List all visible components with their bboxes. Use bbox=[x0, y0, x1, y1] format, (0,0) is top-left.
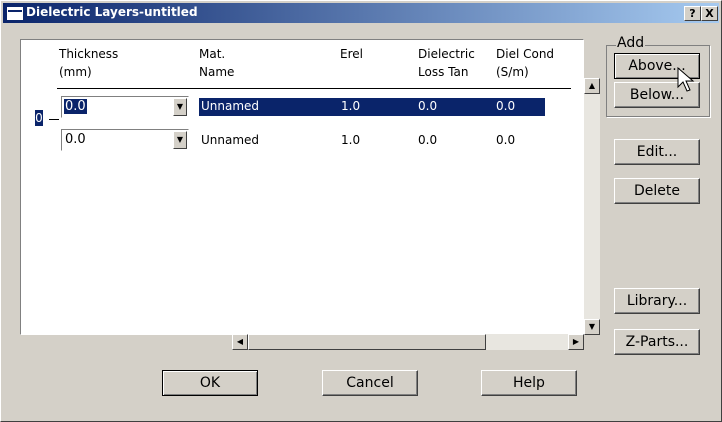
close-button[interactable]: X bbox=[701, 6, 718, 21]
col-header-loss-tan: Dielectric Loss Tan bbox=[418, 47, 475, 79]
col-header-cond: Diel Cond (S/m) bbox=[496, 47, 555, 79]
vertical-scrollbar[interactable]: ▲ ▼ bbox=[584, 78, 600, 335]
thickness-value[interactable]: 0.0 bbox=[64, 99, 87, 114]
thickness-value[interactable]: 0.0 bbox=[64, 132, 87, 147]
layer-index: 0 bbox=[35, 110, 43, 126]
mouse-cursor-icon bbox=[677, 67, 695, 92]
help-button[interactable]: Help bbox=[481, 370, 577, 396]
material-name: Unnamed bbox=[201, 99, 260, 113]
library-button[interactable]: Library... bbox=[614, 288, 700, 314]
header-divider bbox=[57, 88, 571, 89]
cond-value: 0.0 bbox=[496, 133, 516, 147]
help-title-button[interactable]: ? bbox=[684, 6, 701, 21]
zparts-button[interactable]: Z-Parts... bbox=[614, 329, 700, 355]
horizontal-scrollbar[interactable]: ◀ ▶ bbox=[232, 334, 584, 350]
scroll-thumb[interactable] bbox=[248, 334, 486, 350]
dialog-window: Dielectric Layers-untitled ? X Thickness… bbox=[0, 0, 722, 422]
col-header-name: Mat. Name bbox=[199, 47, 235, 79]
thickness-combo[interactable]: 0.0 ▼ bbox=[61, 129, 189, 151]
scroll-down-icon[interactable]: ▼ bbox=[584, 319, 600, 335]
loss-tan-value: 0.0 bbox=[418, 99, 438, 113]
chevron-down-icon[interactable]: ▼ bbox=[173, 98, 187, 116]
edit-button[interactable]: Edit... bbox=[614, 139, 700, 165]
ok-button[interactable]: OK bbox=[162, 370, 258, 396]
delete-button[interactable]: Delete bbox=[614, 178, 700, 204]
material-name: Unnamed bbox=[201, 133, 260, 147]
erel-value: 1.0 bbox=[341, 133, 361, 147]
scroll-right-icon[interactable]: ▶ bbox=[568, 334, 584, 350]
thickness-combo[interactable]: 0.0 ▼ bbox=[61, 96, 189, 118]
scroll-up-icon[interactable]: ▲ bbox=[584, 78, 600, 94]
scroll-left-icon[interactable]: ◀ bbox=[232, 334, 248, 350]
col-header-thickness: Thickness (mm) bbox=[59, 47, 119, 79]
col-header-erel: Erel bbox=[340, 47, 363, 61]
chevron-down-icon[interactable]: ▼ bbox=[173, 131, 187, 149]
title-bar[interactable]: Dielectric Layers-untitled ? X bbox=[3, 3, 719, 23]
layer-connector bbox=[49, 119, 59, 120]
layers-table: Thickness (mm) Mat. Name Erel Dielectric Lo… bbox=[20, 39, 584, 335]
add-group-label: Add bbox=[616, 35, 646, 51]
window-title: Dielectric Layers-untitled bbox=[26, 5, 198, 19]
cond-value: 0.0 bbox=[496, 99, 516, 113]
erel-value: 1.0 bbox=[341, 99, 361, 113]
window-icon bbox=[7, 7, 23, 20]
loss-tan-value: 0.0 bbox=[418, 133, 438, 147]
cancel-button[interactable]: Cancel bbox=[322, 370, 418, 396]
